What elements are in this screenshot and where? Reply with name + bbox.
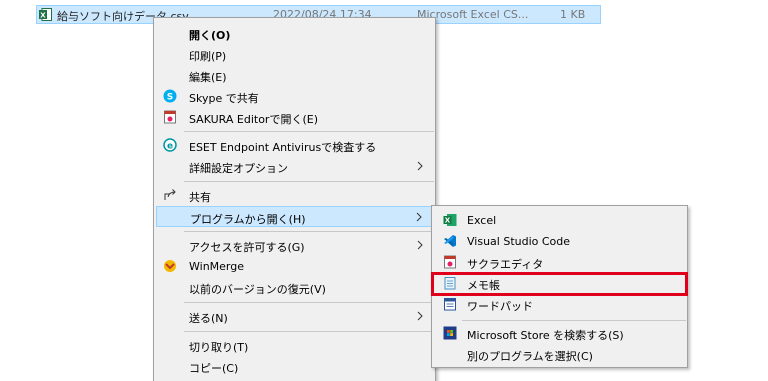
- menu-label-copy: コピー(C): [189, 362, 239, 375]
- menu-separator: [184, 181, 434, 182]
- menu-item-open[interactable]: 開く(O): [156, 23, 433, 44]
- menu-separator: [184, 131, 434, 132]
- submenu-item-store-search[interactable]: Microsoft Store を検索する(S): [434, 323, 685, 344]
- menu-item-skype-share[interactable]: S Skype で共有: [156, 86, 433, 107]
- explorer-window: X 給与ソフト向けデータ.csv 2022/08/24 17:34 Micros…: [0, 0, 768, 381]
- menu-label-cut: 切り取り(T): [189, 341, 249, 354]
- wordpad-icon: [444, 298, 456, 311]
- share-icon: [164, 189, 176, 200]
- menu-label-send-to: 送る(N): [189, 312, 228, 325]
- submenu-label-vscode: Visual Studio Code: [467, 235, 571, 248]
- svg-text:X: X: [40, 12, 46, 20]
- menu-separator: [184, 302, 434, 303]
- chevron-right-icon: [417, 161, 423, 171]
- annotation-highlight-box: [431, 272, 688, 296]
- menu-item-share[interactable]: 共有: [156, 185, 433, 206]
- menu-label-sakura-open: SAKURA Editorで開く(E): [189, 113, 318, 126]
- sakura-editor-icon: [444, 255, 456, 269]
- submenu-item-excel[interactable]: X Excel: [434, 210, 685, 231]
- submenu-label-store-search: Microsoft Store を検索する(S): [467, 329, 624, 342]
- eset-icon: e: [163, 138, 177, 152]
- menu-label-open: 開く(O): [189, 29, 231, 42]
- skype-icon: S: [163, 89, 177, 103]
- menu-label-eset-scan: ESET Endpoint Antivirusで検査する: [189, 141, 377, 154]
- submenu-label-excel: Excel: [467, 214, 497, 227]
- chevron-right-icon: [417, 311, 423, 321]
- chevron-right-icon: [416, 212, 422, 222]
- winmerge-icon: [164, 260, 176, 272]
- menu-item-print[interactable]: 印刷(P): [156, 44, 433, 65]
- svg-text:S: S: [167, 93, 173, 103]
- menu-label-winmerge: WinMerge: [189, 260, 244, 273]
- vscode-icon: [444, 235, 456, 247]
- menu-label-skype-share: Skype で共有: [189, 92, 259, 105]
- submenu-item-choose-other[interactable]: 別のプログラムを選択(C): [434, 344, 685, 365]
- submenu-item-wordpad[interactable]: ワードパッド: [434, 294, 685, 315]
- excel-csv-file-icon: X: [39, 8, 52, 21]
- menu-label-edit: 編集(E): [189, 71, 227, 84]
- menu-item-eset-scan[interactable]: e ESET Endpoint Antivirusで検査する: [156, 135, 433, 156]
- menu-label-print: 印刷(P): [189, 50, 227, 63]
- chevron-right-icon: [417, 240, 423, 250]
- submenu-label-choose-other: 別のプログラムを選択(C): [467, 350, 593, 363]
- menu-item-open-with[interactable]: プログラムから開く(H): [156, 206, 433, 227]
- menu-item-advanced-options[interactable]: 詳細設定オプション: [156, 156, 433, 177]
- menu-item-edit[interactable]: 編集(E): [156, 65, 433, 86]
- menu-item-send-to[interactable]: 送る(N): [156, 306, 433, 327]
- svg-text:e: e: [167, 141, 173, 151]
- menu-label-give-access: アクセスを許可する(G): [189, 241, 305, 254]
- menu-separator: [184, 331, 434, 332]
- menu-separator: [184, 231, 434, 232]
- menu-item-winmerge[interactable]: WinMerge: [156, 256, 433, 277]
- menu-item-sakura-open[interactable]: SAKURA Editorで開く(E): [156, 107, 433, 128]
- menu-label-share: 共有: [189, 191, 211, 204]
- file-size: 1 KB: [560, 8, 586, 21]
- submenu-item-sakura[interactable]: サクラエディタ: [434, 252, 685, 273]
- menu-item-give-access[interactable]: アクセスを許可する(G): [156, 235, 433, 256]
- menu-label-open-with: プログラムから開く(H): [190, 213, 306, 226]
- svg-text:X: X: [445, 217, 451, 225]
- menu-label-restore-versions: 以前のバージョンの復元(V): [189, 283, 326, 296]
- excel-icon: X: [443, 214, 457, 226]
- menu-label-advanced-options: 詳細設定オプション: [189, 162, 288, 175]
- submenu-item-vscode[interactable]: Visual Studio Code: [434, 231, 685, 252]
- submenu-label-wordpad: ワードパッド: [467, 300, 533, 313]
- submenu-separator: [462, 320, 686, 321]
- context-menu: 開く(O) 印刷(P) 編集(E) S Skype で共有 SAKURA Edi…: [153, 17, 436, 381]
- menu-item-copy[interactable]: コピー(C): [156, 356, 433, 377]
- microsoft-store-icon: [443, 326, 457, 340]
- submenu-label-sakura: サクラエディタ: [467, 258, 544, 271]
- sakura-editor-icon: [164, 110, 176, 124]
- menu-item-cut[interactable]: 切り取り(T): [156, 335, 433, 356]
- menu-item-restore-versions[interactable]: 以前のバージョンの復元(V): [156, 277, 433, 298]
